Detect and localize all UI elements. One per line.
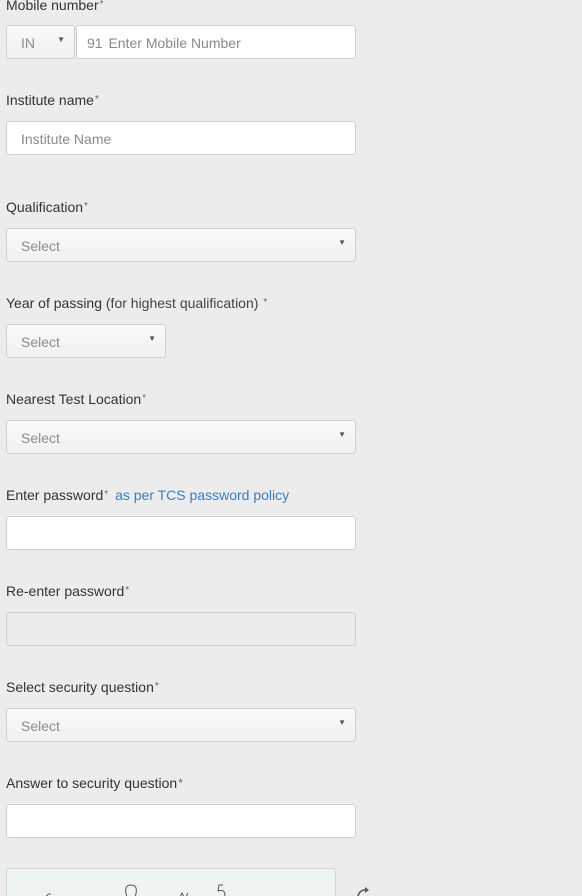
- security-question-label-text: Select security question: [6, 679, 154, 695]
- password-policy-link[interactable]: as per TCS password policy: [115, 487, 289, 503]
- qualification-select[interactable]: Select ▼: [6, 228, 356, 262]
- qualification-label: Qualification*: [6, 198, 88, 216]
- required-marker: *: [104, 489, 109, 500]
- country-code-select[interactable]: IN ▼: [6, 25, 75, 59]
- institute-label: Institute name*: [6, 91, 99, 109]
- required-marker: *: [178, 776, 183, 790]
- required-marker: *: [94, 94, 99, 105]
- registration-form: Mobile number* IN ▼ 91 Enter Mobile Numb…: [0, 0, 582, 896]
- required-marker: *: [84, 201, 88, 212]
- password-label: Enter password* as per TCS password poli…: [6, 486, 289, 504]
- chevron-down-icon: ▼: [338, 430, 346, 439]
- mobile-label-text: Mobile number: [6, 0, 99, 13]
- required-marker: *: [154, 681, 159, 692]
- chevron-down-icon: ▼: [338, 238, 346, 247]
- mobile-label: Mobile number*: [6, 0, 104, 14]
- institute-name-input[interactable]: Institute Name: [6, 121, 356, 155]
- test-location-select[interactable]: Select ▼: [6, 420, 356, 454]
- year-of-passing-select[interactable]: Select ▼: [6, 324, 166, 358]
- qualification-selected: Select: [21, 238, 60, 254]
- required-marker: *: [142, 393, 147, 404]
- security-question-selected: Select: [21, 718, 60, 734]
- mobile-number-input[interactable]: 91 Enter Mobile Number: [76, 25, 356, 59]
- chevron-down-icon: ▼: [57, 35, 65, 44]
- chevron-down-icon: ▼: [148, 334, 156, 343]
- year-of-passing-note: (for highest qualification): [105, 295, 259, 311]
- security-answer-label-text: Answer to security question: [6, 775, 178, 791]
- captcha-image: [6, 868, 336, 896]
- reenter-password-label-text: Re-enter password: [6, 583, 125, 599]
- captcha-glyphs: [45, 884, 226, 896]
- test-location-label: Nearest Test Location*: [6, 390, 146, 408]
- security-question-label: Select security question*: [6, 678, 159, 696]
- required-marker: *: [99, 0, 104, 10]
- year-of-passing-selected: Select: [21, 334, 60, 350]
- mobile-prefix: 91: [87, 35, 103, 51]
- institute-label-text: Institute name: [6, 92, 94, 108]
- year-of-passing-label: Year of passing (for highest qualificati…: [6, 294, 267, 312]
- country-code-value: IN: [21, 35, 35, 51]
- refresh-icon[interactable]: [354, 886, 376, 896]
- password-label-text: Enter password: [6, 487, 104, 503]
- security-answer-input[interactable]: [6, 804, 356, 838]
- chevron-down-icon: ▼: [338, 718, 346, 727]
- qualification-label-text: Qualification: [6, 199, 84, 215]
- password-input[interactable]: [6, 516, 356, 550]
- security-question-select[interactable]: Select ▼: [6, 708, 356, 742]
- mobile-placeholder: Enter Mobile Number: [108, 35, 241, 51]
- test-location-label-text: Nearest Test Location: [6, 391, 142, 407]
- institute-placeholder: Institute Name: [21, 131, 112, 147]
- year-of-passing-label-text: Year of passing: [6, 295, 102, 311]
- security-answer-label: Answer to security question*: [6, 774, 183, 792]
- required-marker: *: [125, 585, 130, 596]
- reenter-password-label: Re-enter password*: [6, 582, 129, 600]
- reenter-password-input[interactable]: [6, 612, 356, 646]
- required-marker: *: [263, 297, 268, 308]
- test-location-selected: Select: [21, 430, 60, 446]
